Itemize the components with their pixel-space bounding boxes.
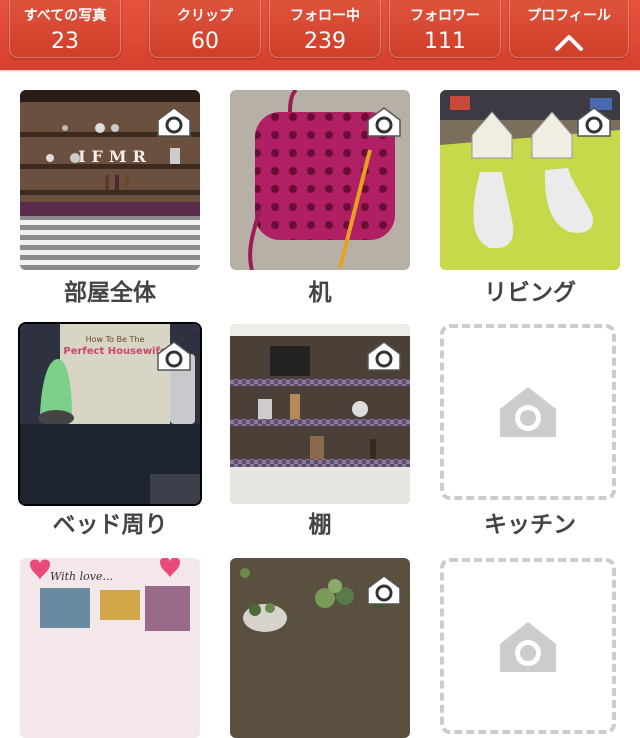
album-plants[interactable]	[230, 558, 410, 738]
album-living[interactable]	[440, 90, 620, 270]
all-photos-label: すべての写真	[23, 8, 107, 24]
following-count: 239	[304, 29, 346, 54]
followers-label: フォロワー	[410, 8, 480, 24]
clip-tab[interactable]: クリップ 60	[149, 0, 261, 58]
camera-icon	[367, 341, 401, 371]
following-label: フォロー中	[290, 8, 360, 24]
room-photo-text: IFMR	[78, 147, 152, 166]
collage-text: With love...	[50, 570, 113, 583]
followers-count: 111	[424, 29, 466, 54]
album-empty[interactable]	[440, 558, 616, 734]
camera-placeholder-icon	[500, 622, 556, 672]
clip-count: 60	[191, 29, 219, 54]
album-caption: ベッド周り	[52, 512, 168, 538]
album-desk[interactable]	[230, 90, 410, 270]
camera-icon	[367, 575, 401, 605]
camera-icon	[367, 107, 401, 137]
album-caption: 棚	[308, 512, 332, 538]
following-tab[interactable]: フォロー中 239	[269, 0, 381, 58]
camera-icon	[577, 107, 611, 137]
clip-label: クリップ	[177, 8, 233, 24]
album-caption: リビング	[484, 280, 576, 306]
stats-bar: すべての写真 23 クリップ 60 フォロー中 239 フォロワー 111 プロ…	[0, 0, 640, 70]
camera-icon	[157, 341, 191, 371]
camera-placeholder-icon	[500, 387, 556, 437]
all-photos-tab[interactable]: すべての写真 23	[9, 0, 121, 58]
album-room-overall[interactable]: IFMR	[20, 90, 200, 270]
followers-tab[interactable]: フォロワー 111	[389, 0, 501, 58]
album-bedside[interactable]: How To Be The Perfect Housewife	[20, 324, 200, 504]
album-caption: 部屋全体	[64, 280, 156, 306]
album-kitchen-empty[interactable]	[440, 324, 616, 500]
album-caption: キッチン	[484, 512, 576, 538]
album-collage[interactable]: With love...	[20, 558, 200, 738]
camera-icon	[157, 107, 191, 137]
album-shelf[interactable]	[230, 324, 410, 504]
profile-label: プロフィール	[527, 8, 611, 24]
album-caption: 机	[308, 280, 332, 306]
book-title-line2: Perfect Housewife	[63, 346, 166, 357]
collage-photo: With love...	[20, 558, 200, 738]
book-title-line1: How To Be The	[86, 335, 145, 344]
profile-toggle-button[interactable]: プロフィール	[509, 0, 629, 58]
all-photos-count: 23	[51, 29, 79, 54]
chevron-up-icon	[555, 35, 583, 51]
